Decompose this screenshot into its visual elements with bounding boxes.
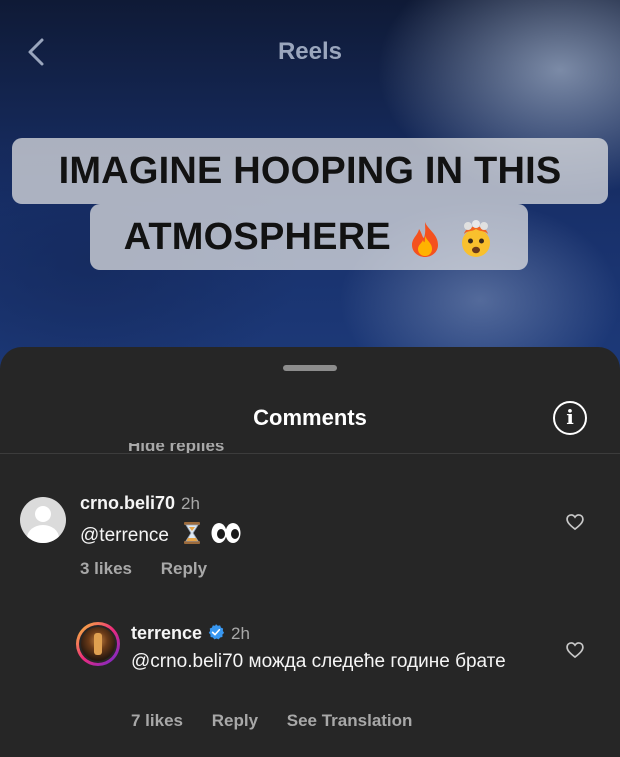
info-button[interactable]: i [553,401,587,435]
avatar-figure-shape [94,633,102,655]
heart-icon[interactable] [565,640,585,660]
avatar-body-shape [27,525,59,543]
comments-sheet: Comments i Hide replies crno.beli70 2h @t… [0,347,620,757]
hide-replies-link[interactable]: Hide replies [128,443,224,453]
hide-replies-label: Hide replies [128,443,225,453]
caption-line-1-text: IMAGINE HOOPING IN THIS [58,150,562,192]
avatar[interactable] [76,622,120,666]
reply-button[interactable]: Reply [161,559,207,578]
info-icon: i [566,405,574,429]
page-title: Reels [277,38,343,65]
likes-count[interactable]: 7 likes [131,711,183,730]
heart-icon[interactable] [565,512,585,532]
top-bar: Reels [0,0,620,104]
see-translation-button[interactable]: See Translation [287,711,413,730]
comment-text: @crno.beli70 можда следеће године брате [131,651,506,672]
verified-badge-icon [208,624,225,640]
comment-header: terrence 2h [131,623,250,644]
reply-button[interactable]: Reply [212,711,258,730]
exploding-head-emoji-icon [462,219,491,257]
comment-time: 2h [181,494,200,513]
comment-username[interactable]: crno.beli70 [80,493,175,513]
likes-count[interactable]: 3 likes [80,559,132,578]
divider [0,453,620,454]
comment-meta: 7 likes Reply See Translation [131,711,436,731]
caption-line-1: IMAGINE HOOPING IN THIS [12,138,608,204]
comment-header: crno.beli70 2h [80,493,200,514]
comment-time: 2h [231,624,250,643]
drag-handle[interactable] [283,365,337,371]
avatar[interactable] [20,497,66,543]
mention-link[interactable]: @terrence [80,525,169,546]
eyes-emoji-icon [211,523,241,543]
comment-text: @terrence [80,521,242,548]
fire-emoji-icon [411,221,438,257]
caption-line-2-text: ATMOSPHERE [123,216,391,258]
comment-username[interactable]: terrence [131,623,202,643]
comment-meta: 3 likes Reply [80,559,231,579]
comments-title: Comments [253,405,367,430]
caption-line-2: ATMOSPHERE [90,204,528,270]
avatar-image [81,627,115,661]
hourglass-emoji-icon [184,522,201,544]
avatar-head-shape [35,506,51,522]
